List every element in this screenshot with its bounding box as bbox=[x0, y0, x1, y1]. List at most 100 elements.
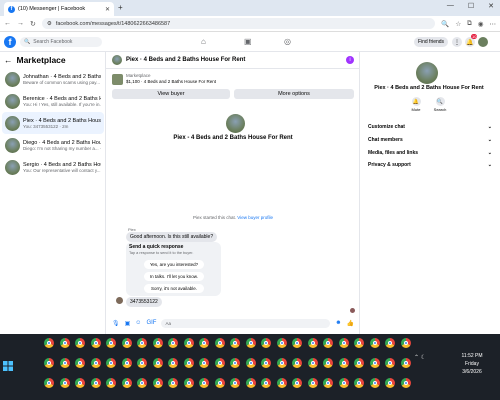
listing-summary[interactable]: Marketplace $1,100 · 4 Beds and 2 Baths … bbox=[112, 72, 352, 86]
gif-icon[interactable]: GIF bbox=[146, 320, 156, 326]
list-item-selected[interactable]: Piex · 4 Beds and 2 Baths House F...You:… bbox=[2, 112, 104, 134]
taskbar-app-icon[interactable] bbox=[106, 338, 116, 348]
taskbar-app-icon[interactable] bbox=[59, 358, 70, 368]
taskbar-app-icon[interactable] bbox=[369, 378, 380, 388]
taskbar-app-icon[interactable] bbox=[106, 378, 116, 388]
home-icon[interactable]: ⌂ bbox=[201, 37, 206, 46]
taskbar-app-icon[interactable] bbox=[75, 358, 85, 368]
taskbar-app-icon[interactable] bbox=[245, 358, 256, 368]
taskbar-app-icon[interactable] bbox=[354, 378, 364, 388]
close-tab-icon[interactable]: ✕ bbox=[105, 6, 110, 13]
list-item[interactable]: Berenice · 4 Beds and 2 Baths Ho...You: … bbox=[2, 90, 104, 112]
taskbar-app-icon[interactable] bbox=[152, 338, 163, 348]
taskbar-app-icon[interactable] bbox=[152, 358, 163, 368]
quick-reply-button[interactable]: Yes, are you interested? bbox=[144, 260, 204, 269]
taskbar-app-icon[interactable] bbox=[152, 378, 163, 388]
taskbar-app-icon[interactable] bbox=[44, 338, 54, 348]
view-buyer-profile-link[interactable]: View buyer profile bbox=[237, 215, 273, 220]
taskbar-app-icon[interactable] bbox=[400, 358, 411, 368]
taskbar-app-icon[interactable] bbox=[400, 378, 411, 388]
taskbar-app-icon[interactable] bbox=[183, 338, 194, 348]
media-files-section[interactable]: Media, files and links ⌄ bbox=[368, 150, 492, 156]
taskbar-app-icon[interactable] bbox=[307, 358, 318, 368]
taskbar-app-icon[interactable] bbox=[338, 338, 349, 348]
taskbar-app-icon[interactable] bbox=[75, 338, 85, 348]
taskbar-app-icon[interactable] bbox=[137, 338, 147, 348]
taskbar-app-icon[interactable] bbox=[214, 378, 225, 388]
browser-tab[interactable]: f (10) Messenger | Facebook ✕ bbox=[4, 2, 114, 16]
taskbar-app-icon[interactable] bbox=[121, 378, 132, 388]
taskbar-app-icon[interactable] bbox=[338, 358, 349, 368]
taskbar-app-icon[interactable] bbox=[276, 378, 287, 388]
windows-start-icon[interactable] bbox=[3, 361, 13, 371]
taskbar-app-icon[interactable] bbox=[307, 338, 318, 348]
more-options-button[interactable]: More options bbox=[234, 89, 354, 99]
like-icon[interactable]: 👍 bbox=[347, 320, 354, 327]
taskbar-app-icon[interactable] bbox=[90, 378, 101, 388]
taskbar-app-icon[interactable] bbox=[385, 378, 395, 388]
taskbar-app-icon[interactable] bbox=[369, 338, 380, 348]
taskbar-app-icon[interactable] bbox=[323, 338, 333, 348]
privacy-support-section[interactable]: Privacy & support ⌄ bbox=[368, 162, 492, 168]
taskbar-app-icon[interactable] bbox=[230, 338, 240, 348]
find-friends-button[interactable]: Find friends bbox=[414, 37, 448, 47]
customize-chat-section[interactable]: Customize chat ⌄ bbox=[368, 124, 492, 130]
taskbar-app-icon[interactable] bbox=[292, 358, 302, 368]
taskbar-app-icon[interactable] bbox=[354, 338, 364, 348]
message-input[interactable]: Aa bbox=[161, 318, 331, 328]
chat-members-section[interactable]: Chat members ⌄ bbox=[368, 137, 492, 143]
taskbar-app-icon[interactable] bbox=[106, 358, 116, 368]
taskbar-app-icon[interactable] bbox=[385, 338, 395, 348]
taskbar-app-icon[interactable] bbox=[261, 358, 271, 368]
close-window-icon[interactable]: ✕ bbox=[488, 2, 494, 10]
taskbar-app-icon[interactable] bbox=[59, 338, 70, 348]
quick-reply-button[interactable]: In talks. I'll let you know. bbox=[144, 272, 204, 281]
taskbar-app-icon[interactable] bbox=[121, 358, 132, 368]
new-tab-button[interactable]: + bbox=[118, 3, 123, 12]
taskbar-app-icon[interactable] bbox=[199, 378, 209, 388]
taskbar-app-icon[interactable] bbox=[59, 378, 70, 388]
taskbar-app-icon[interactable] bbox=[385, 358, 395, 368]
sticker-icon[interactable]: ☺ bbox=[135, 320, 141, 326]
taskbar-app-icon[interactable] bbox=[44, 358, 54, 368]
view-buyer-button[interactable]: View buyer bbox=[112, 89, 230, 99]
taskbar-app-icon[interactable] bbox=[168, 358, 178, 368]
taskbar-app-icon[interactable] bbox=[292, 338, 302, 348]
taskbar-app-icon[interactable] bbox=[261, 378, 271, 388]
avatar[interactable] bbox=[478, 37, 488, 47]
profile-icon[interactable]: ◉ bbox=[478, 20, 484, 28]
mic-icon[interactable]: 🎙 bbox=[112, 320, 120, 327]
taskbar-app-icon[interactable] bbox=[245, 378, 256, 388]
list-item[interactable]: Sergio · 4 Beds and 2 Baths Hous...You: … bbox=[2, 156, 104, 178]
taskbar-app-icon[interactable] bbox=[199, 338, 209, 348]
taskbar-app-icon[interactable] bbox=[214, 338, 225, 348]
zoom-icon[interactable]: 🔍 bbox=[441, 20, 449, 28]
taskbar-app-icon[interactable] bbox=[168, 378, 178, 388]
taskbar-app-icon[interactable] bbox=[323, 378, 333, 388]
facebook-search-input[interactable]: 🔍 Search Facebook bbox=[20, 37, 102, 47]
taskbar-app-icon[interactable] bbox=[323, 358, 333, 368]
forward-icon[interactable]: → bbox=[17, 20, 24, 27]
quick-reply-button[interactable]: Sorry, it's not available. bbox=[144, 284, 204, 293]
image-icon[interactable]: ▣ bbox=[125, 320, 131, 327]
search-button[interactable]: 🔍 Search bbox=[428, 97, 452, 112]
extensions-icon[interactable]: ⧉ bbox=[467, 20, 472, 28]
taskbar-app-icon[interactable] bbox=[354, 358, 364, 368]
taskbar-app-icon[interactable] bbox=[121, 338, 132, 348]
marketplace-icon[interactable]: ▣ bbox=[244, 37, 252, 46]
taskbar-app-icon[interactable] bbox=[214, 358, 225, 368]
system-tray-icons[interactable]: ⌃ ☾ bbox=[414, 354, 426, 361]
taskbar-app-icon[interactable] bbox=[168, 338, 178, 348]
reload-icon[interactable]: ↻ bbox=[30, 20, 36, 28]
info-icon[interactable]: i bbox=[346, 56, 354, 64]
site-info-icon[interactable]: ⚙ bbox=[47, 21, 52, 27]
address-bar[interactable]: ⚙ facebook.com/messages/t/14806226634865… bbox=[41, 18, 436, 29]
menu-grid-icon[interactable]: ⋮ bbox=[452, 37, 462, 47]
minimize-icon[interactable]: — bbox=[447, 2, 454, 10]
taskbar-app-icon[interactable] bbox=[230, 378, 240, 388]
back-arrow-icon[interactable]: ← bbox=[4, 55, 13, 65]
taskbar-app-icon[interactable] bbox=[90, 358, 101, 368]
list-item[interactable]: Diego · 4 Beds and 2 Baths House ...Dieg… bbox=[2, 134, 104, 156]
taskbar-app-icon[interactable] bbox=[276, 338, 287, 348]
taskbar-app-icon[interactable] bbox=[75, 378, 85, 388]
